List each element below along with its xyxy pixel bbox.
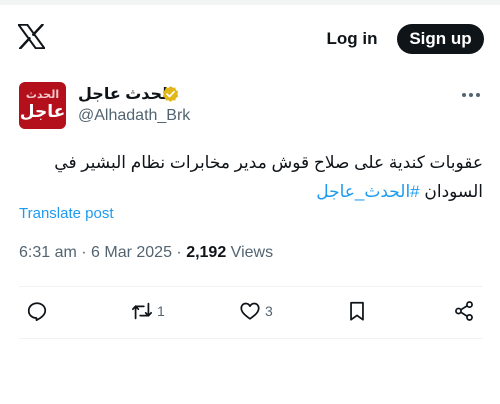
tweet-date[interactable]: 6 Mar 2025 bbox=[91, 244, 172, 261]
repost-icon bbox=[131, 302, 153, 320]
views-count: 2,192 bbox=[186, 244, 227, 261]
header: Log in Sign up bbox=[0, 5, 500, 65]
x-logo-icon[interactable] bbox=[18, 24, 45, 49]
meta-separator-1: · bbox=[76, 244, 92, 261]
avatar-text-bottom: عاجل bbox=[19, 102, 66, 121]
avatar[interactable]: الحدث عاجل bbox=[19, 82, 66, 129]
divider-bottom bbox=[19, 338, 483, 339]
reply-button[interactable] bbox=[26, 296, 52, 326]
action-bar: 1 3 bbox=[0, 296, 500, 330]
divider-top bbox=[19, 286, 483, 287]
meta-separator-2: · bbox=[171, 244, 187, 261]
tweet-text: عقوبات كندية على صلاح قوش مدير مخابرات ن… bbox=[20, 148, 483, 206]
repost-button[interactable]: 1 bbox=[131, 296, 165, 326]
more-icon[interactable] bbox=[459, 86, 483, 104]
bookmark-button[interactable] bbox=[346, 296, 368, 326]
tweet-text-line-2: السودان #الحدث_عاجل bbox=[20, 177, 483, 206]
reply-icon bbox=[27, 302, 47, 322]
handle[interactable]: @Alhadath_Brk bbox=[78, 107, 190, 125]
tweet-time[interactable]: 6:31 am bbox=[19, 244, 77, 261]
like-count: 3 bbox=[265, 303, 273, 319]
verified-badge-icon bbox=[162, 86, 179, 102]
share-button[interactable] bbox=[453, 296, 475, 326]
share-icon bbox=[455, 301, 473, 321]
tweet-text-line-2-prefix: السودان bbox=[419, 182, 483, 201]
avatar-text-top: الحدث bbox=[25, 89, 60, 101]
repost-count: 1 bbox=[157, 303, 165, 319]
signup-button[interactable]: Sign up bbox=[397, 24, 484, 54]
hashtag-link[interactable]: #الحدث_عاجل bbox=[316, 182, 419, 201]
tweet-text-line-1: عقوبات كندية على صلاح قوش مدير مخابرات ن… bbox=[54, 153, 483, 172]
like-icon bbox=[240, 302, 260, 320]
tweet-meta: 6:31 am · 6 Mar 2025 · 2,192 Views bbox=[19, 244, 273, 262]
like-button[interactable]: 3 bbox=[239, 296, 273, 326]
login-button[interactable]: Log in bbox=[321, 24, 383, 54]
translate-post-link[interactable]: Translate post bbox=[19, 205, 114, 222]
display-name[interactable]: الحدث عاجل bbox=[78, 84, 174, 106]
bookmark-icon bbox=[350, 301, 364, 321]
views-label: Views bbox=[226, 244, 274, 261]
